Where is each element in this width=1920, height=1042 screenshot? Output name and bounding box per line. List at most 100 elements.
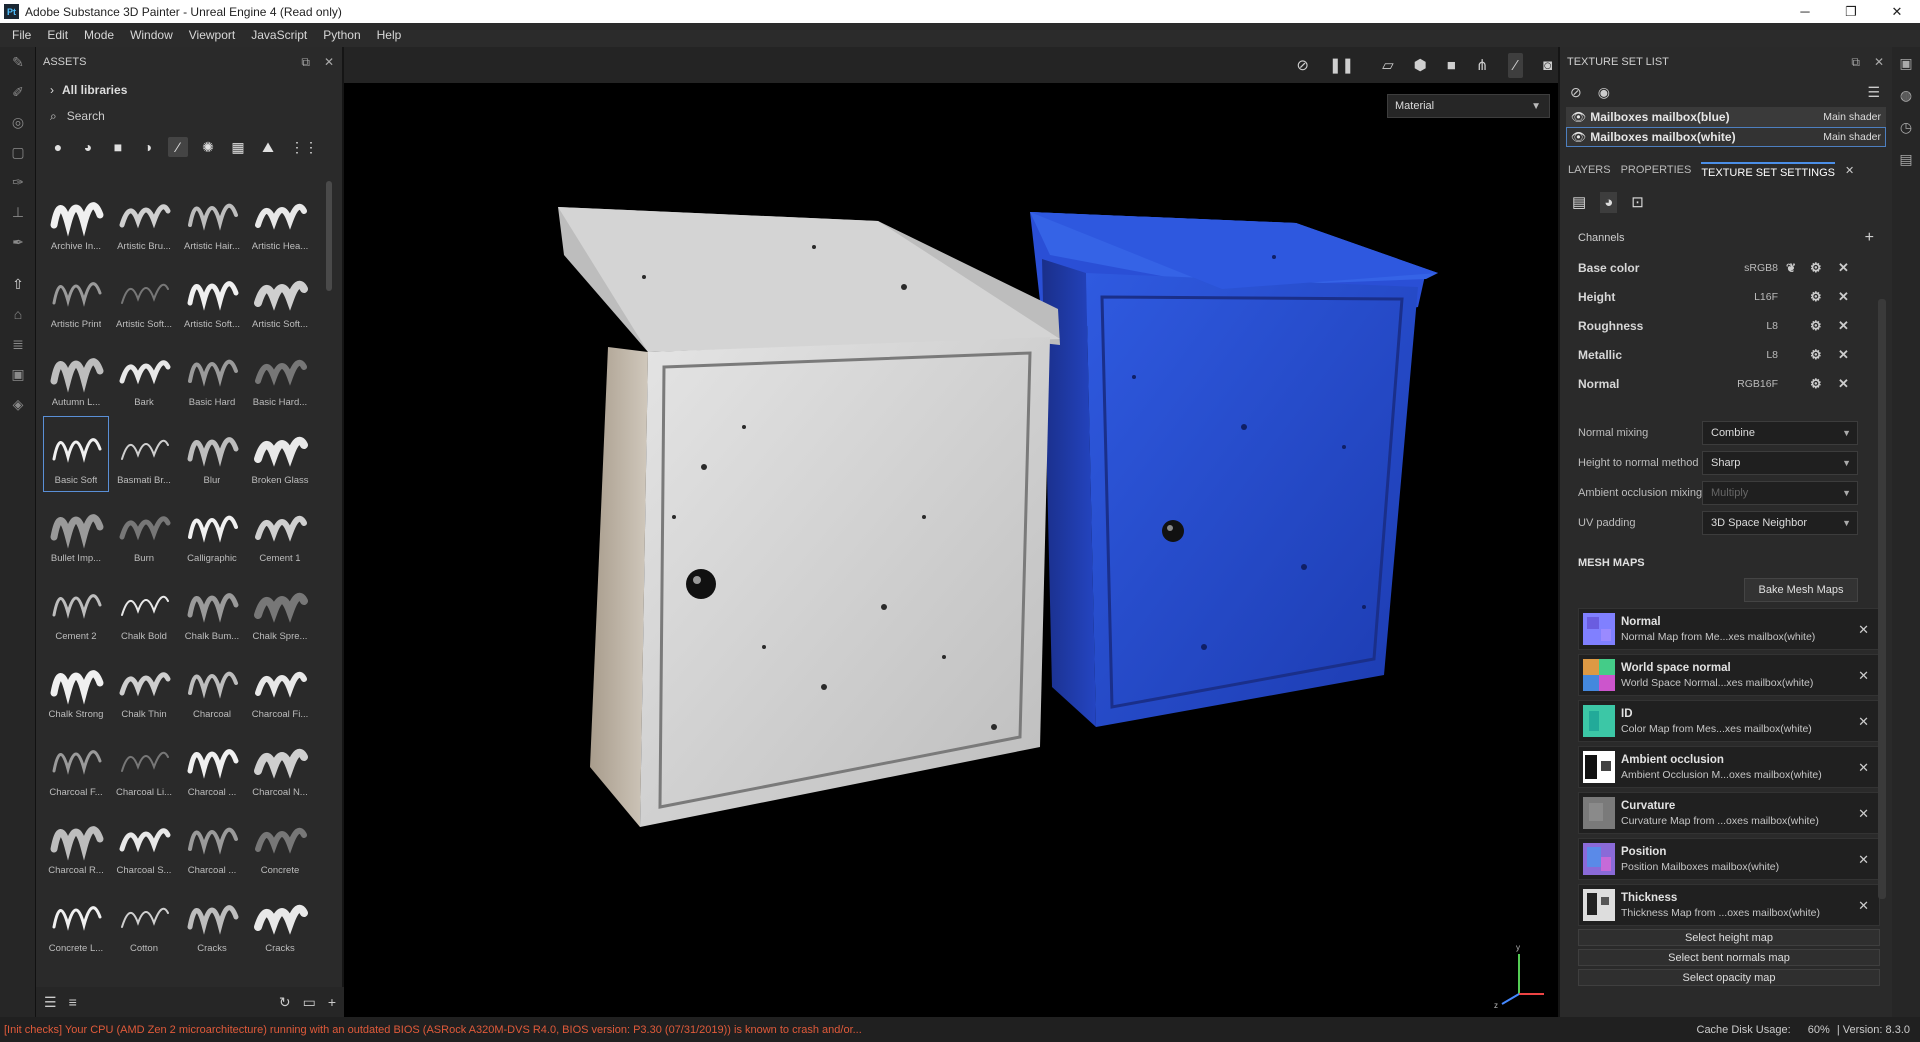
close-panel-icon[interactable]: ✕ [1874,55,1884,70]
bake-icon[interactable]: ⇧ [0,269,36,299]
close-icon[interactable]: ✕ [1838,376,1849,392]
asset-tile[interactable]: Chalk Bold [110,571,178,649]
log-icon[interactable]: ▤ [1892,143,1920,175]
uv-padding-select[interactable]: 3D Space Neighbor ▼ [1702,511,1858,535]
asset-tile[interactable]: Concrete L... [42,883,110,961]
close-icon[interactable]: ✕ [1858,668,1869,684]
mesh-map-slot[interactable]: World space normal World Space Normal...x… [1578,654,1880,696]
asset-tile[interactable]: Blur [178,415,246,493]
asset-tile[interactable]: Chalk Spre... [246,571,314,649]
library-selector[interactable]: › All libraries [36,77,342,103]
texture-set-shader[interactable]: Main shader [1823,111,1881,123]
asset-tile[interactable]: Artistic Soft... [178,259,246,337]
2d-view-icon[interactable]: ▱ [1382,56,1394,74]
smudge-tool-icon[interactable]: ✑ [0,167,36,197]
gear-icon[interactable]: ⚙ [1810,289,1822,305]
texture-filter-icon[interactable]: ✺ [198,137,218,157]
close-icon[interactable]: ✕ [1858,806,1869,822]
eye-icon[interactable]: 👁 [1571,110,1586,124]
asset-tile[interactable]: Basmati Br... [110,415,178,493]
close-panel-icon[interactable]: ✕ [324,55,334,70]
menu-edit[interactable]: Edit [39,28,76,42]
environment-filter-icon[interactable]: ⛰ [258,137,278,157]
uv-icon[interactable]: ⊡ [1631,193,1644,211]
asset-tile[interactable]: Broken Glass [246,415,314,493]
tab-texture-set-settings[interactable]: TEXTURE SET SETTINGS [1701,161,1835,179]
shader-icon[interactable]: ◍ [1892,79,1920,111]
close-window-button[interactable]: ✕ [1874,0,1920,23]
minimize-button[interactable]: ─ [1782,0,1828,23]
asset-tile[interactable]: Charcoal N... [246,727,314,805]
brush-filter-icon[interactable]: ⁄ [168,137,188,157]
menu-help[interactable]: Help [369,28,410,42]
settings-scrollbar[interactable] [1878,299,1886,899]
close-icon[interactable]: ✕ [1838,289,1849,305]
export-icon[interactable]: ▣ [0,359,36,389]
channel-row[interactable]: Metallic L8 ⚙ ✕ [1560,340,1892,369]
channel-row[interactable]: Base color sRGB8 ❦ ⚙ ✕ [1560,253,1892,282]
channel-format[interactable]: L8 [1728,349,1778,361]
paint-tool-icon[interactable]: ✎ [0,47,36,77]
color-picker-icon[interactable]: ✒ [0,227,36,257]
channel-format[interactable]: sRGB8 [1728,262,1778,274]
asset-tile[interactable]: Basic Soft [42,415,110,493]
menu-file[interactable]: File [4,28,39,42]
color-profile-icon[interactable]: ❦ [1786,261,1796,275]
material-sphere-icon[interactable]: ◕ [1600,191,1618,213]
asset-tile[interactable]: Basic Hard... [246,337,314,415]
asset-tile[interactable]: Chalk Thin [110,649,178,727]
asset-tile[interactable]: Charcoal S... [110,805,178,883]
paint-mode-icon[interactable]: ⁄ [1508,52,1523,78]
add-asset-icon[interactable]: + [328,994,336,1010]
asset-tile[interactable]: Bullet Imp... [42,493,110,571]
asset-tile[interactable]: Calligraphic [178,493,246,571]
asset-tile[interactable]: Charcoal Fi... [246,649,314,727]
asset-tile[interactable]: Artistic Bru... [110,181,178,259]
menu-viewport[interactable]: Viewport [181,28,243,42]
add-channel-icon[interactable]: + [1865,229,1874,247]
asset-tile[interactable]: Chalk Strong [42,649,110,727]
channel-row[interactable]: Height L16F ⚙ ✕ [1560,282,1892,311]
clone-tool-icon[interactable]: ⊥ [0,197,36,227]
shelf-icon[interactable]: ⌂ [0,299,36,329]
asset-tile[interactable]: Cement 2 [42,571,110,649]
close-tab-icon[interactable]: ✕ [1845,164,1854,177]
asset-tile[interactable]: Artistic Hea... [246,181,314,259]
asset-tile[interactable]: Artistic Soft... [246,259,314,337]
channel-row[interactable]: Roughness L8 ⚙ ✕ [1560,311,1892,340]
grid-filter-icon[interactable]: ▦ [228,137,248,157]
asset-tile[interactable]: Cement 1 [246,493,314,571]
symmetry-icon[interactable]: ⋔ [1476,56,1489,74]
gear-icon[interactable]: ⚙ [1810,260,1822,276]
channel-row[interactable]: Normal RGB16F ⚙ ✕ [1560,369,1892,398]
smart-mask-filter-icon[interactable]: ◑ [138,137,158,157]
folder-icon[interactable]: ▭ [303,994,316,1011]
mask-filter-icon[interactable]: ■ [108,137,128,157]
texture-set-shader[interactable]: Main shader [1823,131,1881,143]
tab-properties[interactable]: PROPERTIES [1621,164,1692,176]
gear-icon[interactable]: ⚙ [1810,376,1822,392]
normal-mixing-select[interactable]: Combine ▼ [1702,421,1858,445]
asset-tile[interactable]: Charcoal ... [178,727,246,805]
channel-format[interactable]: L16F [1728,291,1778,303]
texture-set-icon[interactable]: ▤ [1572,193,1586,211]
asset-tile[interactable]: Charcoal ... [178,805,246,883]
mesh-map-slot[interactable]: Thickness Thickness Map from ...oxes mail… [1578,884,1880,926]
mesh-map-slot[interactable]: Position Position Mailboxes mailbox(white… [1578,838,1880,880]
float-panel-icon[interactable]: ⧉ [301,55,310,70]
bake-mesh-maps-button[interactable]: Bake Mesh Maps [1744,578,1858,602]
eraser-tool-icon[interactable]: ✐ [0,77,36,107]
gear-icon[interactable]: ⚙ [1810,318,1822,334]
geometry-mask-icon[interactable]: ▢ [0,137,36,167]
menu-javascript[interactable]: JavaScript [243,28,315,42]
screenshot-icon[interactable]: ◙ [1543,57,1552,74]
history-icon[interactable]: ◷ [1892,111,1920,143]
menu-icon[interactable]: ☰ [1867,84,1880,101]
3d-view-icon[interactable]: ⬢ [1414,56,1427,74]
asset-tile[interactable]: Charcoal R... [42,805,110,883]
texture-set-row[interactable]: 👁 Mailboxes mailbox(white) Main shader [1566,127,1886,147]
filter-settings-icon[interactable]: ☰ [44,994,57,1011]
close-icon[interactable]: ✕ [1858,714,1869,730]
close-icon[interactable]: ✕ [1858,898,1869,914]
channel-format[interactable]: L8 [1728,320,1778,332]
